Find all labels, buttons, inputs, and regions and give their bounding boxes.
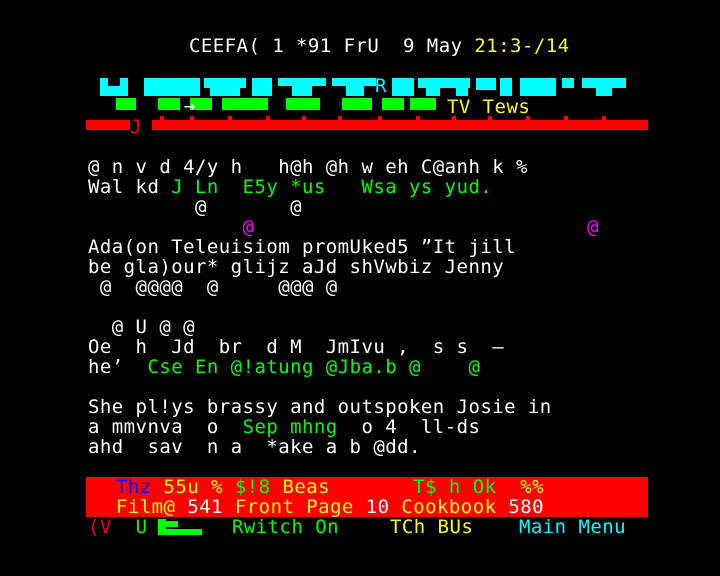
section-bar-graphic: [116, 98, 436, 110]
tch-bus-link[interactable]: TCh BUs: [390, 517, 473, 537]
service-name: CEEFA(: [189, 35, 261, 57]
section-label: TV Tews: [447, 96, 531, 118]
fastext-link-2[interactable]: T$ h Ok: [413, 476, 496, 498]
day-label: FrU: [343, 35, 380, 57]
logo-letter: R: [375, 75, 387, 97]
body-line-1: @ n v d 4/y h h@h @h w eh C@anh k %: [88, 156, 528, 178]
body-line-10: he’ Cse En @!atung @Jba.b @ @: [88, 356, 481, 378]
body-line-6: be gla)our* glijz aJd shVwbiz Jenny: [88, 256, 505, 278]
body-line-5: Ada(on Teleuisiom promUked5 ”It jill: [88, 236, 517, 258]
body-line-7: @ @@@@ @ @@@ @: [88, 276, 338, 298]
header-row: CEEFA( 1 *91 FrU 9 May 21:3-/14: [189, 36, 570, 56]
link-film-page: 541: [175, 496, 235, 518]
fastext-row-1[interactable]: Thz 55u % $!8 Beas T$ h Ok %%: [116, 477, 544, 497]
page-number: 1 *91: [272, 35, 332, 57]
footer-green-key[interactable]: U: [136, 516, 148, 538]
footer-row: (V U: [88, 517, 147, 537]
link-cookbook[interactable]: Cookbook: [401, 496, 496, 518]
body-line-11: She pl!ys brassy and outspoken Josie in: [88, 396, 552, 418]
red-separator-graphic: [86, 116, 648, 130]
sub-marker: J: [130, 116, 142, 138]
body-line-9: Oe h Jd br d M JmIvu , s s –: [88, 336, 505, 358]
date-label: 9 May: [403, 35, 463, 57]
arrow-icon: →: [184, 95, 196, 117]
fastext-link-1[interactable]: Thz: [116, 476, 152, 498]
main-menu-link[interactable]: Main Menu: [519, 517, 626, 537]
body-line-8: @ U @ @: [88, 316, 196, 338]
footer-block-graphic: [158, 519, 202, 535]
link-front-page[interactable]: Front Page: [235, 496, 354, 518]
footer-red-key[interactable]: (V: [88, 516, 112, 538]
teletext-screen: CEEFA( 1 *91 FrU 9 May 21:3-/14 R → TV T…: [0, 0, 720, 576]
body-line-13: ahd sav n a *ake a b @dd.: [88, 436, 421, 458]
body-line-4: @ @: [88, 216, 599, 238]
clock-label: 21:3-/14: [474, 35, 570, 57]
switch-on-link[interactable]: Rwitch On: [232, 517, 339, 537]
fastext-row-2: Film@ 541 Front Page 10 Cookbook 580: [116, 496, 545, 518]
body-line-3: @ @: [88, 196, 303, 218]
link-film[interactable]: Film@: [116, 496, 175, 518]
body-line-12: a mmvnva o Sep mhng o 4 ll-ds: [88, 416, 481, 438]
body-line-2: Wal kd J Ln E5y *us Wsa ys yud.: [88, 176, 493, 198]
